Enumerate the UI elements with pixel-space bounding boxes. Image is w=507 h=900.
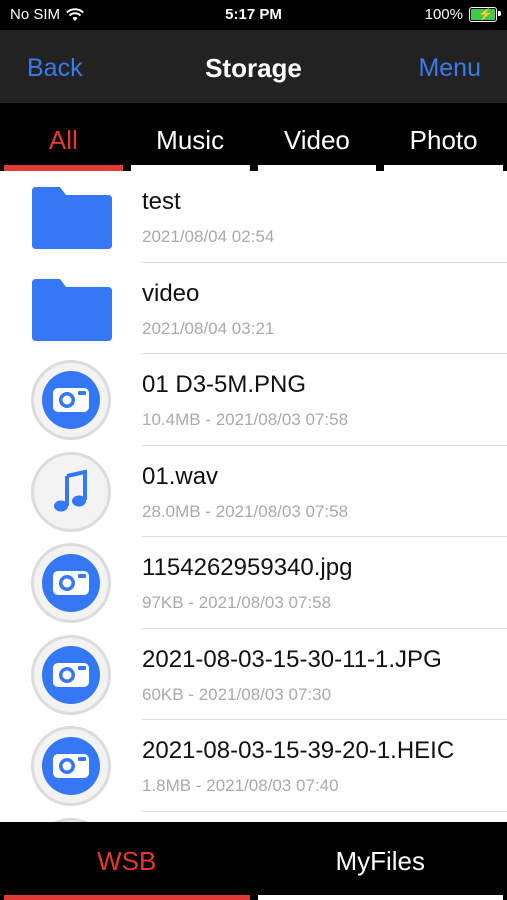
- file-name: 1154262959340.jpg: [142, 554, 353, 581]
- list-item[interactable]: 2021-08-03-15-39-20-1.HEIC 1.8MB - 2021/…: [0, 720, 507, 812]
- file-meta: 1.8MB - 2021/08/03 07:40: [142, 776, 339, 795]
- filter-tabs: All Music Video Photo: [0, 103, 507, 171]
- camera-icon: [31, 726, 111, 806]
- file-name: 2021-08-03-15-30-11-1.JPG: [142, 645, 442, 673]
- file-name: 01 D3-5M.PNG: [142, 371, 307, 398]
- camera-icon: [31, 360, 111, 440]
- camera-icon: [31, 543, 111, 623]
- file-name: video: [142, 279, 200, 307]
- camera-icon: [31, 634, 111, 715]
- folder-icon: [32, 278, 112, 341]
- file-list: test 2021/08/04 02:54 video 2021/08/04 0…: [0, 171, 507, 822]
- list-item-partial[interactable]: [0, 812, 507, 822]
- file-name: 2021-08-03-15-39-20-1.HEIC: [142, 737, 455, 764]
- music-note-icon: [31, 451, 111, 532]
- tab-photo[interactable]: Photo: [380, 103, 507, 171]
- battery-icon: ⚡: [469, 7, 501, 22]
- list-item[interactable]: 2021-08-03-15-30-11-1.JPG 60KB - 2021/08…: [0, 629, 507, 720]
- navigation-bar: Back Storage Menu: [0, 30, 507, 103]
- file-name: test: [142, 188, 181, 215]
- file-meta: 60KB - 2021/08/03 07:30: [142, 684, 332, 704]
- folder-icon: [32, 187, 112, 249]
- file-meta: 2021/08/04 02:54: [142, 227, 275, 246]
- file-meta: 97KB - 2021/08/03 07:58: [142, 593, 332, 612]
- file-meta: 2021/08/04 03:21: [142, 318, 275, 338]
- bottom-tab-bar: WSB MyFiles: [0, 822, 507, 900]
- tab-myfiles[interactable]: MyFiles: [254, 822, 507, 900]
- list-item[interactable]: 01 D3-5M.PNG 10.4MB - 2021/08/03 07:58: [0, 354, 507, 446]
- menu-button[interactable]: Menu: [418, 54, 481, 83]
- tab-all[interactable]: All: [0, 103, 127, 171]
- list-item[interactable]: 01.wav 28.0MB - 2021/08/03 07:58: [0, 446, 507, 537]
- tab-music[interactable]: Music: [127, 103, 254, 171]
- status-bar: No SIM 5:17 PM 100% ⚡: [0, 0, 507, 30]
- file-name: 01.wav: [142, 462, 219, 490]
- file-meta: 10.4MB - 2021/08/03 07:58: [142, 410, 349, 429]
- battery-percent: 100%: [424, 6, 463, 23]
- list-item[interactable]: test 2021/08/04 02:54: [0, 171, 507, 263]
- list-item[interactable]: 1154262959340.jpg 97KB - 2021/08/03 07:5…: [0, 537, 507, 629]
- list-item[interactable]: video 2021/08/04 03:21: [0, 263, 507, 354]
- tab-video[interactable]: Video: [254, 103, 381, 171]
- tab-wsb[interactable]: WSB: [0, 822, 254, 900]
- file-meta: 28.0MB - 2021/08/03 07:58: [142, 501, 349, 521]
